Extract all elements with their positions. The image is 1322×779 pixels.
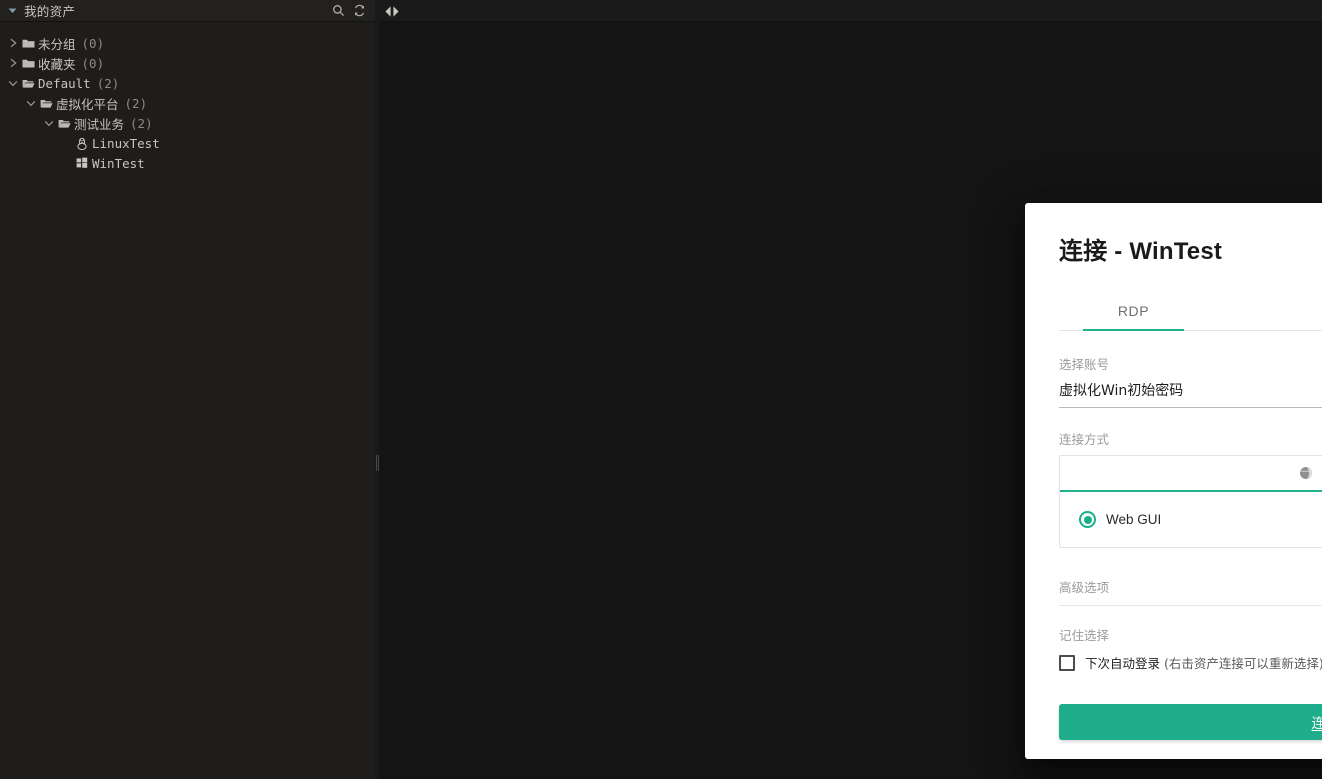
dialog-title-separator: - [1107, 237, 1130, 265]
method-options: Web GUI [1060, 492, 1322, 547]
auto-login-label-hint: (右击资产连接可以重新选择) [1160, 656, 1322, 671]
tree-item-default[interactable]: Default (2) [0, 73, 375, 93]
linux-icon [74, 136, 90, 150]
dialog-title-prefix: 连接 [1059, 236, 1108, 265]
tree-item-wintest[interactable]: WinTest [0, 153, 375, 173]
method-tab-web-inner: Web [1299, 466, 1322, 481]
connection-method-field: 连接方式 Web GUI [1059, 429, 1322, 548]
remember-field-label: 记住选择 [1059, 628, 1110, 643]
method-tab-web[interactable]: Web [1060, 456, 1322, 492]
tree-item-count: (0) [81, 55, 105, 71]
auto-login-label-main: 下次自动登录 [1085, 656, 1161, 671]
chevron-down-icon[interactable] [42, 116, 56, 130]
sidebar-header-actions [331, 3, 367, 18]
account-select[interactable]: 虚拟化Win初始密码 [1059, 380, 1322, 408]
app-root: 我的资产 未分组 (0) 收藏夹 (0) Default (2) 虚拟化平台 (… [0, 0, 1322, 779]
tree-item-linuxtest[interactable]: LinuxTest [0, 133, 375, 153]
chevron-down-icon[interactable] [6, 76, 20, 90]
connection-method-box: Web Web GUI [1059, 455, 1322, 548]
checkbox-unchecked-icon[interactable] [1059, 654, 1075, 671]
tree-item-label: 虚拟化平台 [56, 96, 119, 112]
radio-web-gui[interactable]: Web GUI [1079, 511, 1161, 528]
auto-login-checkbox-row[interactable]: 下次自动登录 (右击资产连接可以重新选择) [1059, 653, 1322, 672]
search-icon[interactable] [331, 3, 346, 18]
chevron-right-icon[interactable] [6, 36, 20, 50]
tree-item-count: (2) [96, 75, 120, 91]
radio-selected-icon [1079, 511, 1096, 528]
tree-item-收藏夹[interactable]: 收藏夹 (0) [0, 53, 375, 73]
asset-tree: 未分组 (0) 收藏夹 (0) Default (2) 虚拟化平台 (2) 测试业务 (2) Lin… [0, 22, 375, 779]
panel-collapse-icon[interactable] [379, 0, 401, 22]
chevron-down-icon[interactable] [24, 96, 38, 110]
tree-item-label: LinuxTest [92, 135, 160, 151]
globe-icon [1299, 466, 1313, 480]
tab-rdp[interactable]: RDP [1083, 291, 1184, 331]
account-select-value: 虚拟化Win初始密码 [1059, 383, 1184, 399]
refresh-icon[interactable] [352, 3, 367, 18]
tree-item-label: 收藏夹 [38, 56, 76, 72]
tree-item-测试业务[interactable]: 测试业务 (2) [0, 113, 375, 133]
advanced-options-label: 高级选项 [1059, 580, 1110, 595]
windows-icon [74, 156, 90, 170]
main-workspace: 连接 - WinTest RDP 选择账号 虚拟化Win初始密码 连接方式 We… [379, 0, 1322, 779]
account-field-label: 选择账号 [1059, 357, 1110, 372]
tree-item-虚拟化平台[interactable]: 虚拟化平台 (2) [0, 93, 375, 113]
chevron-right-icon[interactable] [6, 56, 20, 70]
radio-web-gui-label: Web GUI [1106, 512, 1162, 527]
main-topbar [379, 0, 1322, 22]
folder-open-icon [20, 76, 36, 90]
sidebar-header: 我的资产 [0, 0, 375, 22]
protocol-tabs: RDP [1059, 291, 1322, 331]
tree-item-count: (2) [124, 95, 148, 111]
tree-item-count: (2) [130, 115, 153, 131]
remember-field: 记住选择 下次自动登录 (右击资产连接可以重新选择) [1059, 625, 1322, 672]
tree-item-label: WinTest [92, 155, 145, 171]
tab-rdp-label: RDP [1117, 302, 1150, 319]
advanced-options-toggle[interactable]: 高级选项 [1059, 577, 1322, 606]
asset-sidebar: 我的资产 未分组 (0) 收藏夹 (0) Default (2) 虚拟化平台 (… [0, 0, 375, 779]
tree-item-label: 未分组 [38, 36, 76, 52]
folder-closed-icon [20, 56, 36, 70]
folder-closed-icon [20, 36, 36, 50]
auto-login-label: 下次自动登录 (右击资产连接可以重新选择) [1085, 653, 1322, 672]
caret-down-icon[interactable] [4, 3, 20, 19]
sidebar-title: 我的资产 [24, 4, 76, 19]
tree-item-label: Default [38, 75, 91, 91]
folder-open-icon [56, 116, 72, 130]
tree-item-label: 测试业务 [74, 116, 125, 132]
connect-button[interactable]: 连接 [1059, 704, 1322, 740]
connect-dialog: 连接 - WinTest RDP 选择账号 虚拟化Win初始密码 连接方式 We… [1025, 203, 1322, 759]
dialog-title-target: WinTest [1129, 237, 1223, 265]
account-field: 选择账号 虚拟化Win初始密码 [1059, 354, 1322, 408]
folder-open-icon [38, 96, 54, 110]
tree-item-count: (0) [81, 35, 105, 51]
dialog-title: 连接 - WinTest [1059, 231, 1222, 266]
tree-item-未分组[interactable]: 未分组 (0) [0, 33, 375, 53]
connection-method-label: 连接方式 [1059, 432, 1110, 447]
dialog-header: 连接 - WinTest [1059, 203, 1322, 267]
